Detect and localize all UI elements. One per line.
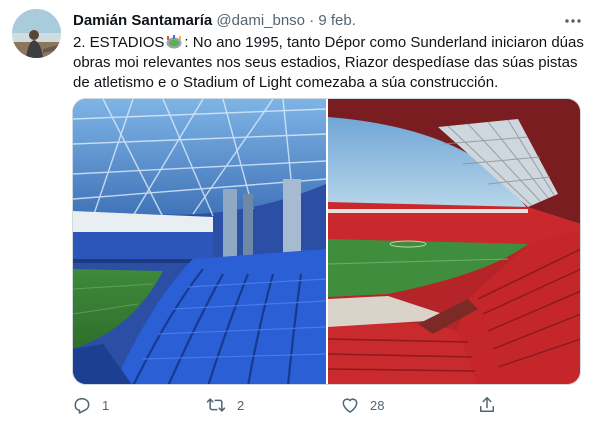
separator-dot: · (309, 12, 315, 29)
more-icon[interactable] (562, 10, 584, 32)
tweet-text-start: 2. ESTADIOS (73, 34, 165, 51)
reply-icon (74, 398, 90, 414)
share-icon (480, 397, 494, 412)
reply-count: 1 (102, 397, 110, 413)
retweet-icon (206, 398, 226, 412)
tweet[interactable]: Damián Santamaría @dami_bnso · 9 feb. 2.… (0, 0, 596, 426)
tweet-actions: 1 2 28 (72, 393, 502, 417)
like-button[interactable]: 28 (340, 393, 384, 417)
tweet-date[interactable]: 9 feb. (318, 12, 356, 29)
media-grid (72, 98, 581, 385)
like-count: 28 (370, 397, 385, 413)
like-icon (342, 398, 358, 413)
author-name[interactable]: Damián Santamaría (73, 12, 212, 29)
riazor-stadium-photo[interactable] (73, 99, 326, 384)
tweet-header: Damián Santamaría @dami_bnso · 9 feb. (73, 11, 584, 31)
author-handle[interactable]: @dami_bnso (216, 12, 305, 29)
stadium-emoji (166, 35, 182, 49)
stadium-of-light-photo[interactable] (327, 99, 580, 384)
share-button[interactable] (477, 393, 507, 417)
reply-button[interactable]: 1 (72, 393, 109, 417)
tweet-text: 2. ESTADIOS: No ano 1995, tanto Dépor co… (73, 33, 588, 93)
avatar[interactable] (12, 9, 61, 58)
retweet-button[interactable]: 2 (205, 393, 244, 417)
retweet-count: 2 (237, 397, 245, 413)
